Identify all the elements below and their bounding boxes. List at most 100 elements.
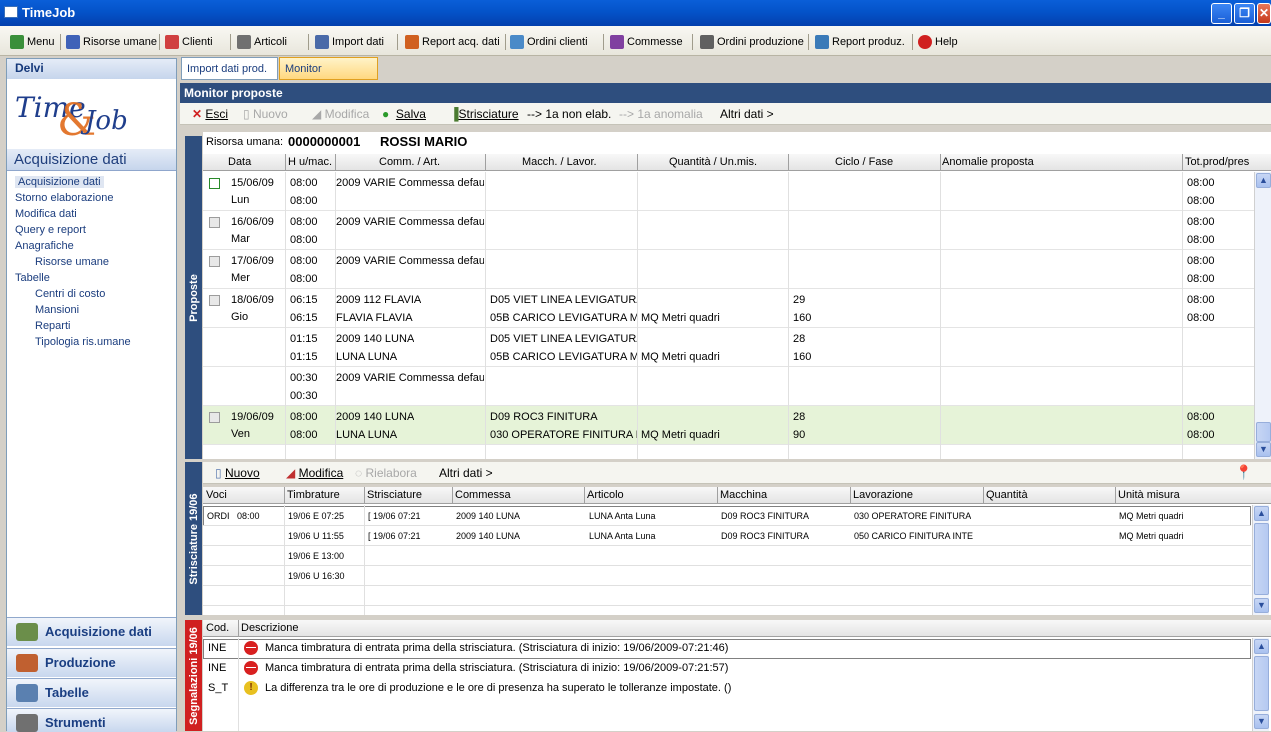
menu-risorse-umane[interactable]: Risorse umane (35, 256, 109, 268)
menu-tabelle[interactable]: Tabelle (15, 272, 50, 284)
scroll-down-arrow[interactable]: ▼ (1256, 442, 1271, 457)
col-unita-misura[interactable]: Unità misura (1118, 489, 1180, 501)
col-comm-art[interactable]: Comm. / Art. (379, 156, 440, 168)
col-anomalie[interactable]: Anomalie proposta (942, 156, 1034, 168)
col-ciclo-fase[interactable]: Ciclo / Fase (835, 156, 893, 168)
toolbar-report-acq-button[interactable]: Report acq. dati (405, 34, 500, 50)
nuovo-button[interactable]: ▯ Nuovo (243, 107, 288, 121)
row-value: 28 (793, 333, 806, 345)
toolbar-commesse-button[interactable]: Commesse (610, 34, 683, 50)
menu-modifica-dati[interactable]: Modifica dati (15, 208, 77, 220)
menu-centri-di-costo[interactable]: Centri di costo (35, 288, 105, 300)
segnalazioni-scrollbar[interactable]: ▲ ▼ (1252, 638, 1269, 731)
col-sep (238, 620, 239, 637)
menu-anagrafiche[interactable]: Anagrafiche (15, 240, 74, 252)
altri-dati-button[interactable]: Altri dati > (720, 107, 774, 121)
row-checkbox[interactable] (209, 178, 220, 189)
col-h-umac[interactable]: H u/mac. (288, 156, 332, 168)
col-tot-prod[interactable]: Tot.prod/pres (1185, 156, 1249, 168)
menu-tipologia-ris-umane[interactable]: Tipologia ris.umane (35, 336, 131, 348)
segnalazioni-header: Cod. Descrizione (203, 620, 1271, 637)
col-timbrature[interactable]: Timbrature (287, 489, 340, 501)
scroll-down-arrow[interactable]: ▼ (1254, 598, 1269, 613)
col-voci[interactable]: Voci (206, 489, 227, 501)
menu-query-report[interactable]: Query e report (15, 224, 86, 236)
row-checkbox[interactable] (209, 295, 220, 306)
col-sep (1182, 154, 1183, 171)
toolbar-menu-button[interactable]: Menu (10, 34, 55, 50)
col-cod[interactable]: Cod. (206, 622, 229, 634)
row-value: MQ Metri quadri (1119, 531, 1184, 541)
row-value: 01:15 (290, 333, 318, 345)
toolbar-help-button[interactable]: Help (918, 34, 958, 50)
sidebar-button-strumenti[interactable]: Strumenti (7, 708, 176, 732)
menu-storno-elaborazione[interactable]: Storno elaborazione (15, 192, 113, 204)
menu-acquisizione-dati[interactable]: Acquisizione dati (15, 176, 104, 188)
col-data[interactable]: Data (228, 156, 251, 168)
salva-button[interactable]: ● Salva (382, 107, 426, 121)
sidebar-button-acquisizione-dati[interactable]: Acquisizione dati (7, 617, 176, 646)
col-macch-lavor[interactable]: Macch. / Lavor. (522, 156, 597, 168)
maximize-button[interactable]: ❐ (1234, 3, 1255, 24)
toolbar-articoli-button[interactable]: Articoli (237, 34, 287, 50)
row-value: 08:00 (237, 511, 260, 521)
chart-icon (405, 35, 419, 49)
strisciatura-row[interactable] (203, 546, 1251, 566)
toolbar-report-produz-button[interactable]: Report produz. (815, 34, 905, 50)
col-lavorazione[interactable]: Lavorazione (853, 489, 913, 501)
menu-reparti[interactable]: Reparti (35, 320, 70, 332)
col-descrizione[interactable]: Descrizione (241, 622, 298, 634)
sidebar-button-tabelle[interactable]: Tabelle (7, 678, 176, 707)
scroll-up-arrow[interactable]: ▲ (1254, 639, 1269, 654)
col-macchina[interactable]: Macchina (720, 489, 767, 501)
first-non-elab-button[interactable]: --> 1a non elab. (527, 107, 611, 121)
strisciature-scrollbar[interactable]: ▲ ▼ (1252, 505, 1269, 615)
first-anomalia-button[interactable]: --> 1a anomalia (619, 107, 703, 121)
toolbar-separator (912, 34, 913, 50)
col-quantita[interactable]: Quantità / Un.mis. (669, 156, 757, 168)
minimize-button[interactable]: _ (1211, 3, 1232, 24)
tab-monitor[interactable]: Monitor (279, 57, 378, 80)
col-quantita[interactable]: Quantità (986, 489, 1028, 501)
proposte-scrollbar[interactable]: ▲ ▼ (1254, 172, 1271, 459)
esci-button[interactable]: ✕ Esci (192, 107, 228, 121)
strisciatura-row[interactable] (203, 566, 1251, 586)
scroll-up-arrow[interactable]: ▲ (1256, 173, 1271, 188)
menu-mansioni[interactable]: Mansioni (35, 304, 79, 316)
grid-vline (940, 172, 941, 459)
col-strisciature[interactable]: Strisciature (367, 489, 422, 501)
row-value: 08:00 (290, 234, 318, 246)
scroll-thumb[interactable] (1256, 422, 1271, 442)
toolbar-clienti-button[interactable]: Clienti (165, 34, 213, 50)
close-button[interactable]: ✕ (1257, 3, 1271, 24)
strisciature-button[interactable]: ▐Strisciature (450, 107, 519, 121)
row-code: INE (208, 642, 227, 654)
sidebar-button-produzione[interactable]: Produzione (7, 648, 176, 677)
toolbar-ordini-produzione-button[interactable]: Ordini produzione (700, 34, 804, 50)
scroll-up-arrow[interactable]: ▲ (1254, 506, 1269, 521)
scroll-thumb[interactable] (1254, 656, 1269, 711)
str-altri-dati-button[interactable]: Altri dati > (439, 466, 493, 480)
toolbar-separator (308, 34, 309, 50)
grid-vline (1182, 172, 1183, 459)
str-modifica-button[interactable]: ◢ Modifica (286, 466, 343, 480)
row-checkbox[interactable] (209, 217, 220, 228)
col-commessa[interactable]: Commessa (455, 489, 511, 501)
grid-vline (788, 172, 789, 459)
col-articolo[interactable]: Articolo (587, 489, 624, 501)
tab-import-dati-prod[interactable]: Import dati prod. (181, 57, 278, 80)
row-checkbox[interactable] (209, 412, 220, 423)
grid-vline (284, 505, 285, 615)
toolbar-ordini-clienti-button[interactable]: Ordini clienti (510, 34, 588, 50)
row-value: 030 OPERATORE FINITURA I (490, 429, 638, 441)
pin-icon[interactable]: 📍 (1235, 464, 1252, 481)
row-checkbox[interactable] (209, 256, 220, 267)
toolbar-label: Report produz. (832, 36, 905, 48)
str-rielabora-button[interactable]: ◌ Rielabora (355, 466, 417, 480)
toolbar-risorse-button[interactable]: Risorse umane (66, 34, 157, 50)
scroll-down-arrow[interactable]: ▼ (1254, 714, 1269, 729)
toolbar-import-button[interactable]: Import dati (315, 34, 384, 50)
scroll-thumb[interactable] (1254, 523, 1269, 595)
modifica-button[interactable]: ◢ Modifica (312, 107, 369, 121)
str-nuovo-button[interactable]: ▯ Nuovo (215, 466, 260, 480)
